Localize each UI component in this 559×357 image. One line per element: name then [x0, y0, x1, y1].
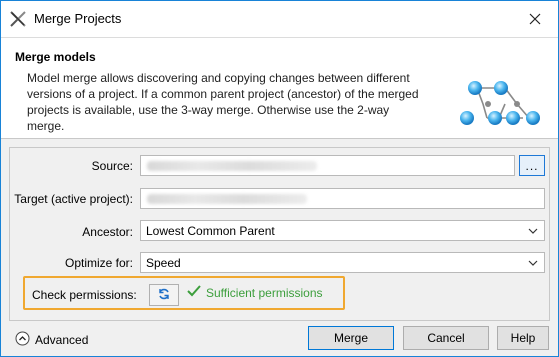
source-field[interactable] — [140, 155, 515, 176]
info-header: Merge models Model merge allows discover… — [1, 37, 558, 139]
chevron-up-circle-icon — [15, 331, 30, 349]
header-description: Model merge allows discovering and copyi… — [27, 71, 419, 133]
optimize-value: Speed — [146, 256, 181, 270]
browse-source-button[interactable]: ... — [519, 155, 545, 176]
ancestor-value: Lowest Common Parent — [146, 224, 275, 238]
permissions-status-text: Sufficient permissions — [206, 285, 323, 300]
ancestor-label: Ancestor: — [82, 225, 133, 239]
source-label: Source: — [91, 159, 133, 173]
merge-diagram-icon — [453, 74, 543, 134]
cancel-button[interactable]: Cancel — [403, 326, 489, 350]
redacted-text — [147, 194, 307, 204]
permissions-highlight: Check permissions: Sufficient permission… — [23, 276, 345, 310]
close-icon — [529, 13, 541, 25]
help-button[interactable]: Help — [497, 326, 549, 350]
header-title: Merge models — [15, 50, 96, 64]
redacted-text — [147, 161, 317, 171]
advanced-toggle[interactable]: Advanced — [15, 331, 88, 349]
merge-button[interactable]: Merge — [308, 326, 394, 350]
refresh-icon — [157, 287, 171, 304]
permissions-status: Sufficient permissions — [187, 285, 323, 300]
chevron-down-icon — [528, 257, 538, 267]
advanced-label: Advanced — [35, 333, 89, 347]
chevron-down-icon — [528, 225, 538, 235]
optimize-select[interactable]: Speed — [140, 252, 545, 273]
app-logo-icon — [9, 10, 27, 28]
merge-form: Source: ... Target (active project): Anc… — [9, 147, 550, 321]
checkmark-icon — [187, 285, 201, 300]
title-bar: Merge Projects — [1, 1, 558, 37]
target-label: Target (active project): — [14, 192, 133, 206]
ancestor-select[interactable]: Lowest Common Parent — [140, 220, 545, 241]
window-title: Merge Projects — [34, 11, 122, 26]
check-permissions-label: Check permissions: — [32, 288, 137, 302]
target-field — [140, 188, 545, 209]
close-button[interactable] — [512, 1, 558, 37]
optimize-label: Optimize for: — [64, 256, 133, 270]
merge-projects-dialog: Merge Projects Merge models Model merge … — [0, 0, 559, 357]
check-permissions-button[interactable] — [149, 284, 179, 306]
